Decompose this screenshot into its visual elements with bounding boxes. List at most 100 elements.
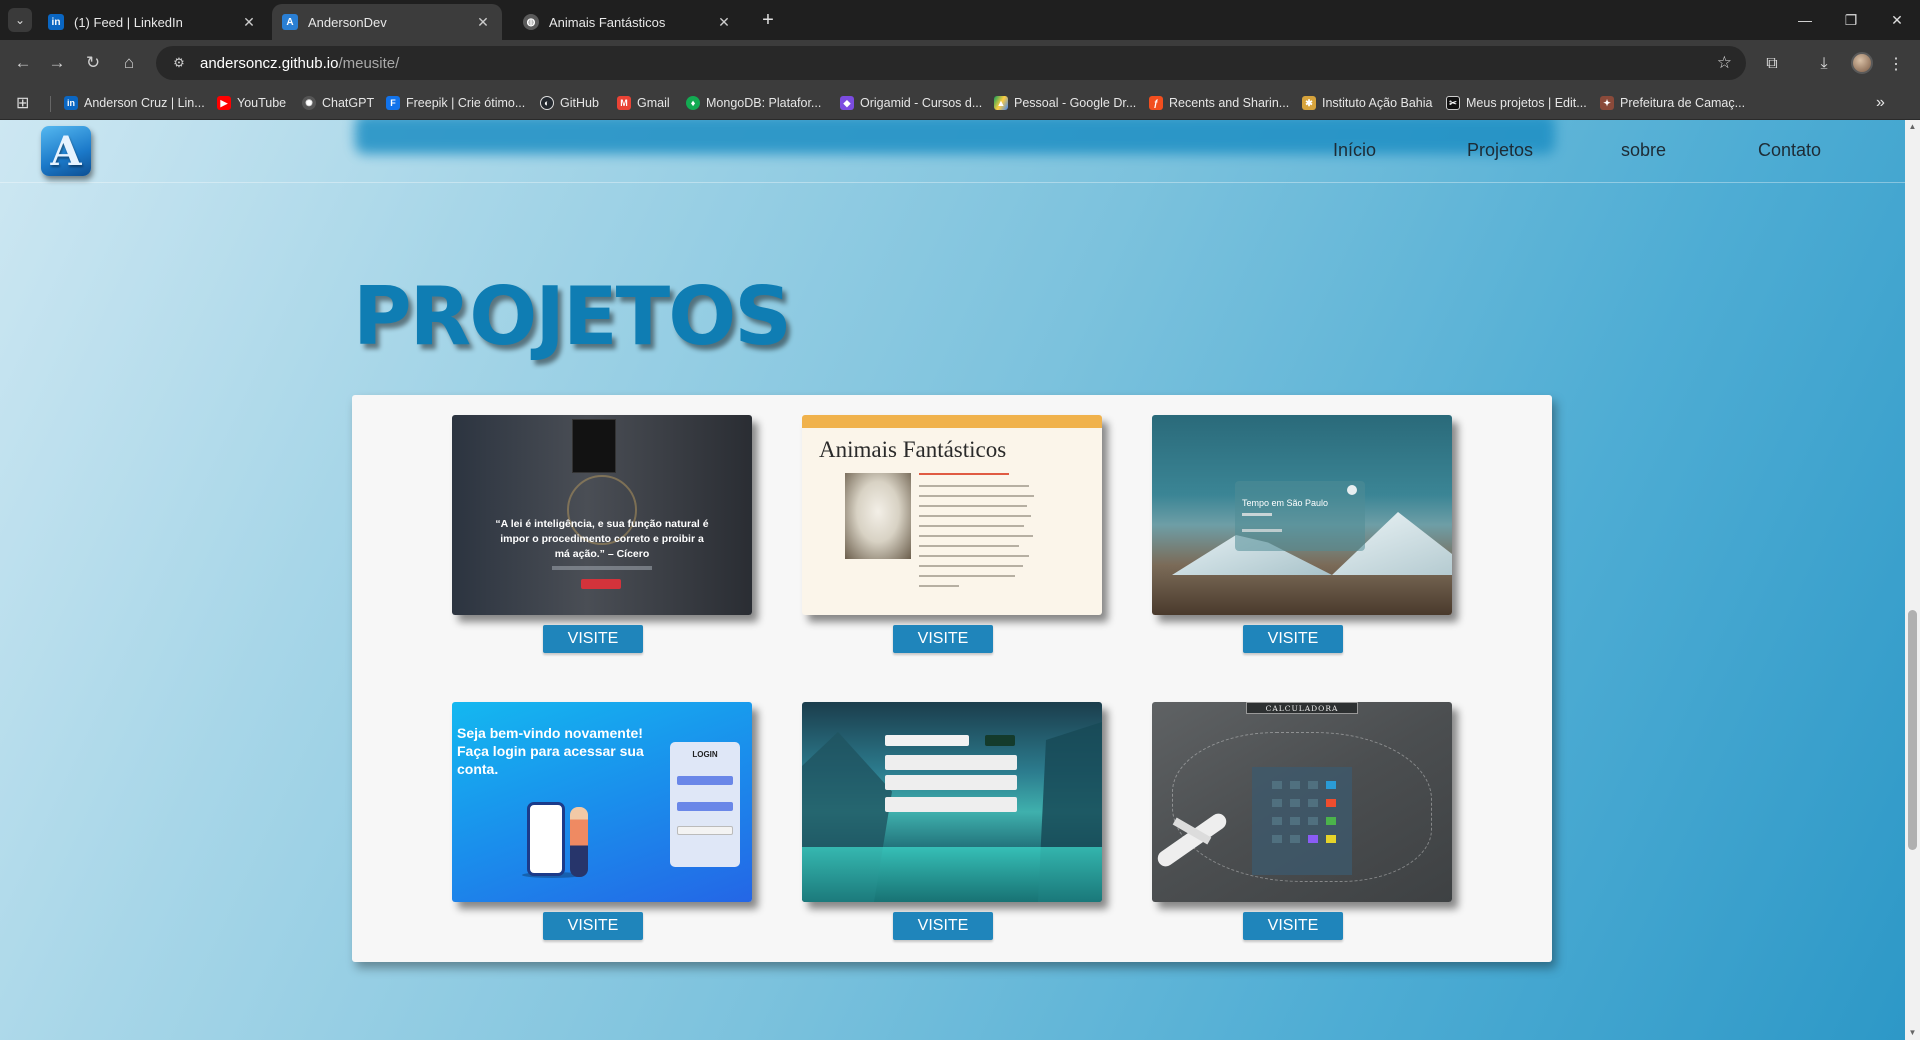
bookmark-label: Pessoal - Google Dr... <box>1014 96 1137 110</box>
profile-avatar[interactable] <box>1851 52 1873 74</box>
scroll-up-icon[interactable]: ▲ <box>1908 122 1917 131</box>
download-icon[interactable]: ⤓ <box>1812 52 1836 76</box>
apps-icon[interactable]: ⊞ <box>16 93 29 113</box>
more-bookmarks-icon[interactable]: » <box>1876 93 1885 113</box>
phone-illustration <box>527 802 565 876</box>
bookmark-label: Anderson Cruz | Lin... <box>84 96 205 110</box>
site-logo[interactable]: A <box>41 126 91 176</box>
back-icon[interactable]: ← <box>10 50 36 76</box>
nav-projetos[interactable]: Projetos <box>1467 140 1533 161</box>
visit-button[interactable]: VISITE <box>893 625 993 653</box>
field-preview <box>677 776 733 785</box>
text-line <box>919 575 1015 577</box>
bookmark-label: Recents and Sharin... <box>1169 96 1290 110</box>
calc-key <box>1272 835 1282 843</box>
calc-key <box>1308 817 1318 825</box>
visit-button[interactable]: VISITE <box>1243 625 1343 653</box>
nav-contato[interactable]: Contato <box>1758 140 1821 161</box>
bookmark-label: Meus projetos | Edit... <box>1466 96 1587 110</box>
thumbnail-welcome: Seja bem-vindo novamente! Faça login par… <box>457 725 644 777</box>
prefeitura-icon: ✦ <box>1600 96 1614 110</box>
close-icon[interactable]: ✕ <box>715 13 733 31</box>
visit-button[interactable]: VISITE <box>893 912 993 940</box>
project-thumbnail-calculator[interactable]: CALCULADORA <box>1152 702 1452 902</box>
bookmark-label: GitHub <box>560 96 599 110</box>
project-thumbnail-law[interactable]: “A lei é inteligência, e sua função natu… <box>452 415 752 615</box>
bookmark-label: YouTube <box>237 96 287 110</box>
address-bar[interactable]: ⚙ andersoncz.github.io/meusite/ ☆ <box>156 46 1746 80</box>
todo-row <box>885 755 1017 770</box>
minimize-icon[interactable]: — <box>1782 0 1828 40</box>
bookmark-gmail[interactable]: M Gmail <box>617 93 670 113</box>
lion-image <box>845 473 911 559</box>
weather-detail <box>1242 529 1282 532</box>
visit-button[interactable]: VISITE <box>1243 912 1343 940</box>
todo-input-preview <box>885 735 969 746</box>
linkedin-icon: in <box>64 96 78 110</box>
thumbnail-cta <box>581 579 621 589</box>
bookmarks-separator <box>50 96 51 112</box>
gmail-icon: M <box>617 96 631 110</box>
bookmark-mongodb[interactable]: ♦ MongoDB: Platafor... <box>686 93 821 113</box>
project-thumbnail-login[interactable]: Seja bem-vindo novamente! Faça login par… <box>452 702 752 902</box>
login-title: LOGIN <box>692 750 718 759</box>
bookmark-capcut[interactable]: ✂ Meus projetos | Edit... <box>1446 93 1587 113</box>
tab-title: (1) Feed | LinkedIn <box>74 14 183 30</box>
project-thumbnail-todo[interactable] <box>802 702 1102 902</box>
google-drive-icon: ▲ <box>994 96 1008 110</box>
page-scrollbar[interactable]: ▲ ▼ <box>1905 120 1920 1040</box>
url-host: andersoncz.github.io <box>200 54 339 72</box>
bookmark-youtube[interactable]: ▶ YouTube <box>217 93 286 113</box>
project-thumbnail-weather[interactable]: Tempo em São Paulo <box>1152 415 1452 615</box>
site-favicon-icon: A <box>282 14 298 30</box>
text-line <box>919 485 1029 487</box>
menu-icon[interactable]: ⋮ <box>1884 52 1908 76</box>
text-line <box>919 565 1023 567</box>
nav-inicio[interactable]: Início <box>1333 140 1376 161</box>
restore-icon[interactable]: ❐ <box>1828 0 1874 40</box>
close-icon[interactable]: ✕ <box>474 13 492 31</box>
tab-animais[interactable]: ◍ Animais Fantásticos ✕ <box>513 4 743 40</box>
reload-icon[interactable]: ↻ <box>80 50 106 76</box>
bookmark-label: Instituto Ação Bahia <box>1322 96 1433 110</box>
youtube-icon: ▶ <box>217 96 231 110</box>
bookmark-label: ChatGPT <box>322 96 375 110</box>
forward-icon[interactable]: → <box>44 50 70 76</box>
text-line <box>919 545 1019 547</box>
bookmark-prefeitura[interactable]: ✦ Prefeitura de Camaç... <box>1600 93 1745 113</box>
bookmark-star-icon[interactable]: ☆ <box>1717 53 1732 73</box>
close-icon[interactable]: ✕ <box>240 13 258 31</box>
calc-key <box>1290 799 1300 807</box>
bookmark-origamid[interactable]: ◆ Origamid - Cursos d... <box>840 93 982 113</box>
nav-sobre[interactable]: sobre <box>1621 140 1666 161</box>
tab-search-icon[interactable]: ⌄ <box>8 8 32 32</box>
bookmark-google-drive[interactable]: ▲ Pessoal - Google Dr... <box>994 93 1136 113</box>
home-icon[interactable]: ⌂ <box>116 50 142 76</box>
scroll-thumb[interactable] <box>1908 610 1917 850</box>
site-header: A Início Projetos sobre Contato <box>0 120 1905 183</box>
calc-key <box>1272 817 1282 825</box>
scroll-down-icon[interactable]: ▼ <box>1908 1028 1917 1037</box>
url-path: /meusite/ <box>338 54 400 72</box>
extensions-icon[interactable]: ⧉ <box>1760 52 1784 76</box>
bookmark-instituto[interactable]: ✱ Instituto Ação Bahia <box>1302 93 1433 113</box>
capcut-icon: ✂ <box>1446 96 1460 110</box>
todo-row <box>885 797 1017 812</box>
tab-andersondev[interactable]: A AndersonDev ✕ <box>272 4 502 40</box>
project-thumbnail-animais[interactable]: Animais Fantásticos <box>802 415 1102 615</box>
site-info-icon[interactable]: ⚙ <box>164 55 194 71</box>
window-close-icon[interactable]: ✕ <box>1874 0 1920 40</box>
mongodb-icon: ♦ <box>686 96 700 110</box>
visit-button[interactable]: VISITE <box>543 912 643 940</box>
bookmark-github[interactable]: ◐ GitHub <box>540 93 599 113</box>
new-tab-icon[interactable]: + <box>756 8 780 32</box>
thumbnail-heading: Animais Fantásticos <box>819 437 1007 462</box>
tab-linkedin[interactable]: in (1) Feed | LinkedIn ✕ <box>38 4 268 40</box>
bookmark-freepik[interactable]: F Freepik | Crie ótimo... <box>386 93 525 113</box>
bookmark-linkedin[interactable]: in Anderson Cruz | Lin... <box>64 93 205 113</box>
figma-icon: ƒ <box>1149 96 1163 110</box>
bookmark-figma[interactable]: ƒ Recents and Sharin... <box>1149 93 1289 113</box>
bookmark-chatgpt[interactable]: ✺ ChatGPT <box>302 93 374 113</box>
text-line <box>919 505 1027 507</box>
visit-button[interactable]: VISITE <box>543 625 643 653</box>
